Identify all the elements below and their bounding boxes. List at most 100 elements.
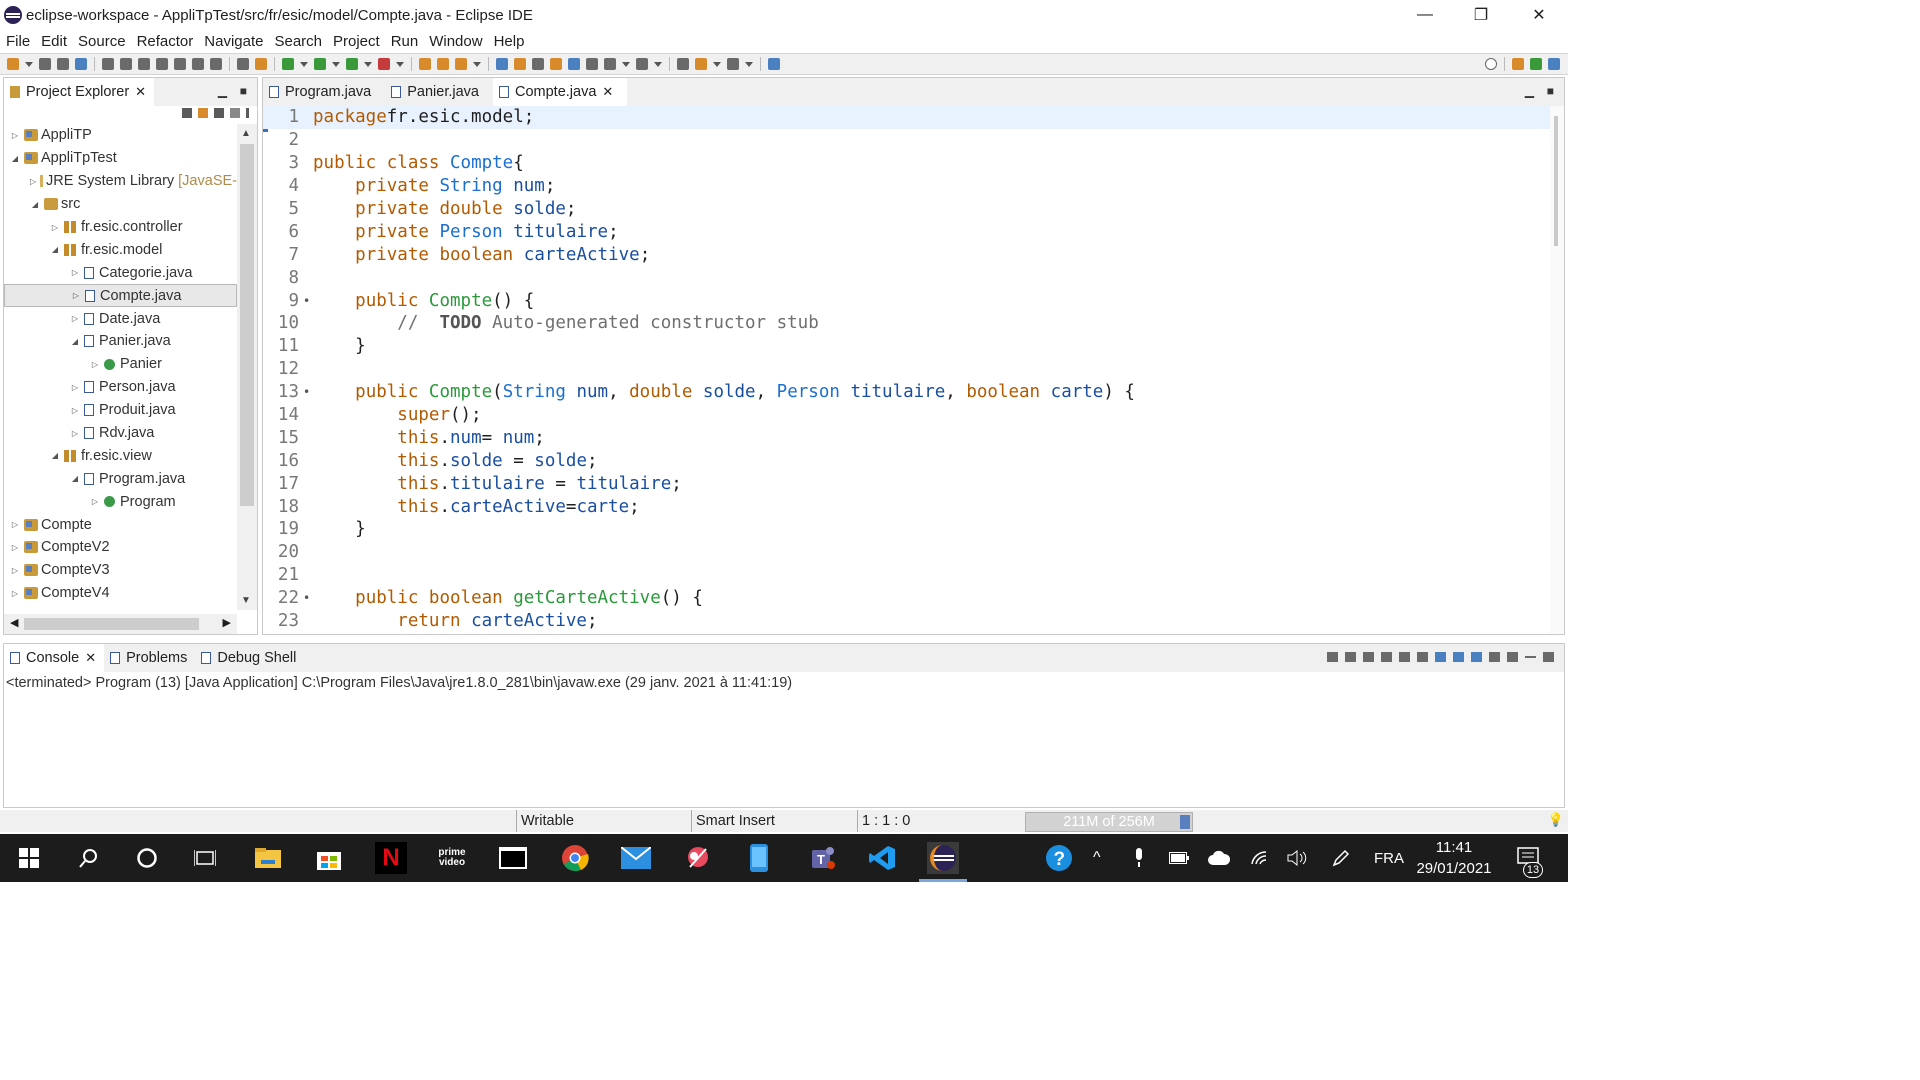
pen-icon[interactable] [1332,834,1350,882]
battery-icon[interactable] [1169,834,1189,882]
editor-tab[interactable]: Program.java [263,78,385,106]
code-line[interactable]: 13 • public Compte(String num, double sol… [263,381,1550,404]
save-all-icon[interactable] [57,58,69,70]
chrome-icon[interactable] [559,842,591,874]
expand-icon[interactable]: ▷ [10,131,20,140]
tree-item[interactable]: ◢ Panier.java [4,330,237,353]
menu-project[interactable]: Project [327,33,385,50]
toggle-breadcrumb-icon[interactable] [550,58,562,70]
console-tab[interactable]: Problems [104,644,195,672]
collapse-icon[interactable]: ◢ [10,154,20,163]
menu-window[interactable]: Window [423,33,487,50]
notifications-icon[interactable]: 13 [1517,834,1543,882]
minimize-view-icon[interactable]: ▁ [218,84,227,98]
remove-launch-icon[interactable] [1345,652,1356,662]
open-console-icon[interactable] [1507,652,1518,662]
expand-icon[interactable]: ▷ [70,406,80,415]
tip-icon[interactable]: 💡 [1548,812,1564,828]
scroll-up-icon[interactable]: ▲ [241,128,251,139]
console-icon[interactable] [237,58,249,70]
pin-console-icon[interactable] [1471,652,1482,662]
code-line[interactable]: 22 • public boolean getCarteActive() { [263,587,1550,610]
tree-item[interactable]: ◢ AppliTpTest [4,147,237,170]
tree-item[interactable]: ▷ JRE System Library [JavaSE- [4,170,237,193]
view-menu-icon[interactable] [246,108,249,118]
clear-console-icon[interactable] [1381,652,1392,662]
input-language[interactable]: FRA [1374,834,1404,882]
terminate-icon[interactable] [138,58,150,70]
external-tools-dropdown-icon[interactable] [396,61,404,67]
run-icon[interactable] [314,58,326,70]
code-line[interactable]: 16 this.solde = solde; [263,449,1550,472]
tree-item[interactable]: ◢ fr.esic.view [4,444,237,467]
minimize-console-icon[interactable] [1525,656,1536,658]
external-tools-icon[interactable] [378,58,390,70]
microphone-icon[interactable] [1133,834,1145,882]
link-with-editor-icon[interactable] [198,108,208,118]
java-perspective-icon[interactable] [1548,58,1560,70]
tree-item[interactable]: ▷ Produit.java [4,399,237,422]
step-into-icon[interactable] [174,58,186,70]
code-line[interactable]: 21 [263,564,1550,587]
show-on-stderr-icon[interactable] [1453,652,1464,662]
phone-icon[interactable] [743,842,775,874]
pin-editor-icon[interactable] [768,58,780,70]
expand-icon[interactable]: ▷ [70,268,80,277]
tree-item[interactable]: ▷ Date.java [4,307,237,330]
tab-project-explorer[interactable]: Project Explorer ✕ [4,78,155,106]
code-line[interactable]: 7 private boolean carteActive; [263,243,1550,266]
store-icon[interactable] [313,842,345,874]
search-tool-icon[interactable] [514,58,526,70]
forward-icon[interactable] [727,58,739,70]
expand-icon[interactable]: ▷ [90,497,100,506]
menu-search[interactable]: Search [268,33,327,50]
tree-item[interactable]: ▷ Categorie.java [4,261,237,284]
skip-breakpoints-icon[interactable] [75,58,87,70]
menu-refactor[interactable]: Refactor [131,33,199,50]
code-line[interactable]: 3 public class Compte{ [263,152,1550,175]
taskbar-clock[interactable]: 11:41 29/01/2021 [1404,837,1504,879]
code-area[interactable]: 1 packagefr.esic.model; 2 3 public class Com… [263,106,1550,634]
code-line[interactable]: 12 [263,358,1550,381]
open-task-icon[interactable] [255,58,267,70]
expand-icon[interactable]: ▷ [71,291,81,300]
terminal-icon[interactable] [497,842,529,874]
prime-video-icon[interactable]: prime video [436,842,468,874]
step-over-icon[interactable] [192,58,204,70]
editor-scrollbar[interactable] [1550,106,1564,634]
wifi-icon[interactable] [1250,834,1270,882]
expand-icon[interactable]: ▷ [70,383,80,392]
prev-annotation-dropdown-icon[interactable] [654,61,662,67]
minimize-editor-icon[interactable]: ▁ [1525,84,1534,98]
tree-item[interactable]: ▷ fr.esic.controller [4,216,237,239]
focus-icon[interactable] [230,108,240,118]
maximize-console-icon[interactable] [1543,652,1554,662]
code-line[interactable]: 14 super(); [263,404,1550,427]
collapse-icon[interactable]: ◢ [50,451,60,460]
expand-icon[interactable]: ▷ [10,589,20,598]
resume-icon[interactable] [102,58,114,70]
coverage-dropdown-icon[interactable] [364,61,372,67]
code-line[interactable]: 4 private String num; [263,175,1550,198]
code-line[interactable]: 17 this.titulaire = titulaire; [263,472,1550,495]
debug-dropdown-icon[interactable] [300,61,308,67]
code-line[interactable]: 2 [263,129,1550,152]
disconnect-icon[interactable] [156,58,168,70]
tree-item[interactable]: ▷ Rdv.java [4,422,237,445]
code-line[interactable]: 9 • public Compte() { [263,289,1550,312]
tree-item[interactable]: ◢ src [4,193,237,216]
maximize-editor-icon[interactable]: ■ [1547,84,1554,98]
menu-file[interactable]: File [0,33,35,50]
tree-item[interactable]: ◢ fr.esic.model [4,238,237,261]
help-icon[interactable]: ? [1045,834,1073,882]
close-tab-icon[interactable]: ✕ [602,84,613,100]
scroll-left-icon[interactable]: ◀ [10,616,18,629]
display-console-icon[interactable] [1489,652,1500,662]
task-view-icon[interactable] [189,842,221,874]
tree-item[interactable]: ▷ AppliTP [4,124,237,147]
code-line[interactable]: 20 [263,541,1550,564]
new-class-dropdown-icon[interactable] [473,61,481,67]
new-package-icon[interactable] [437,58,449,70]
tree-item[interactable]: ▷ CompteV2 [4,536,237,559]
search-icon[interactable] [73,842,105,874]
